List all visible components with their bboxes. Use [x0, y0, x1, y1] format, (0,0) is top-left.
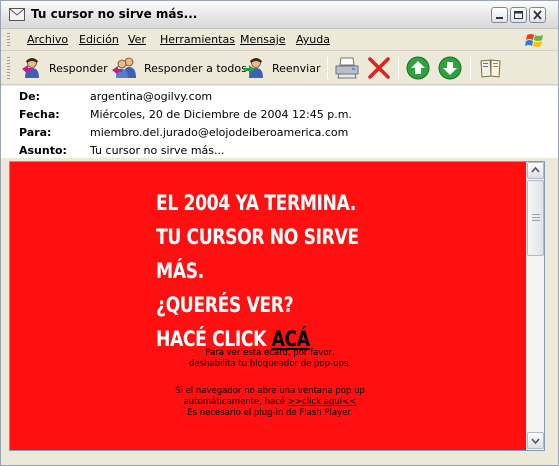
- forward-label: Reenviar: [272, 61, 321, 75]
- email-window: Tu cursor no sirve más... Archivo Edició…: [0, 0, 559, 466]
- delete-button[interactable]: [367, 55, 391, 81]
- note-line-1: Para ver esta ecard, por favor,: [205, 348, 335, 358]
- menu-edicion[interactable]: Edición: [79, 33, 119, 46]
- headline-line-1: EL 2004 YA TERMINA.: [156, 191, 356, 215]
- delete-x-icon: [368, 57, 390, 79]
- to-row: Para: miembro.del.jurado@elojodeiberoame…: [1, 123, 558, 141]
- menu-mensaje[interactable]: Mensaje: [240, 33, 286, 46]
- reply-all-people-icon: [112, 57, 136, 78]
- subject-value: Tu cursor no sirve más...: [90, 144, 225, 157]
- minimize-button[interactable]: [491, 7, 508, 23]
- addresses-button[interactable]: [478, 55, 504, 81]
- message-headers: De: argentina@ogilvy.com Fecha: Miércole…: [1, 86, 558, 158]
- menu-grip[interactable]: [7, 33, 10, 48]
- from-label: De:: [19, 90, 40, 103]
- next-button[interactable]: [438, 55, 462, 81]
- date-row: Fecha: Miércoles, 20 de Diciembre de 200…: [1, 105, 558, 123]
- toolbar: Responder Responder a todos Reenviar: [1, 51, 558, 85]
- menu-herramientas[interactable]: Herramientas: [160, 33, 235, 46]
- close-button[interactable]: [529, 7, 546, 23]
- thumb-grip: [532, 214, 540, 215]
- maximize-button[interactable]: [510, 7, 527, 23]
- thumb-grip: [532, 220, 540, 221]
- headline-line-2: TU CURSOR NO SIRVE MÁS.: [156, 225, 359, 283]
- scroll-thumb[interactable]: [527, 180, 544, 256]
- to-value[interactable]: miembro.del.jurado@elojodeiberoamerica.c…: [90, 126, 348, 139]
- click-aqui-link[interactable]: >>click aquí<<: [288, 397, 357, 407]
- forward-person-icon: [244, 58, 263, 78]
- close-icon: [533, 10, 542, 20]
- reply-all-button[interactable]: Responder a todos: [112, 55, 247, 81]
- popup-note: Para ver esta ecard, por favor, deshabil…: [110, 348, 430, 370]
- up-arrow-icon: [406, 56, 430, 80]
- note-line-4-prefix: automáticamente, hacé: [183, 397, 288, 407]
- toolbar-separator: [470, 57, 471, 79]
- minimize-icon: [496, 17, 503, 19]
- printer-icon: [335, 57, 359, 79]
- date-label: Fecha:: [19, 108, 60, 121]
- reply-all-label: Responder a todos: [144, 61, 247, 75]
- address-book-icon: [480, 59, 501, 78]
- menu-bar: Archivo Edición Ver Herramientas Mensaje…: [1, 29, 558, 51]
- down-arrow-icon: [438, 56, 462, 80]
- envelope-icon: [9, 8, 25, 21]
- reply-person-icon: [22, 58, 39, 78]
- from-row: De: argentina@ogilvy.com: [1, 87, 558, 105]
- ecard-headline: EL 2004 YA TERMINA. TU CURSOR NO SIRVE M…: [156, 186, 402, 356]
- scroll-up-arrow-icon: [531, 166, 540, 173]
- message-pane: EL 2004 YA TERMINA. TU CURSOR NO SIRVE M…: [9, 161, 545, 451]
- print-button[interactable]: [334, 55, 360, 81]
- subject-label: Asunto:: [19, 144, 67, 157]
- fallback-note: Si el navegador no abre una ventana pop …: [110, 386, 430, 419]
- toolbar-separator: [327, 57, 328, 79]
- subject-row: Asunto: Tu cursor no sirve más...: [1, 141, 558, 159]
- from-value[interactable]: argentina@ogilvy.com: [90, 90, 212, 103]
- toolbar-grip[interactable]: [7, 57, 10, 79]
- thumb-grip: [532, 217, 540, 218]
- note-line-2: deshabilita tu bloqueador de pop-ups.: [188, 359, 352, 369]
- vertical-scrollbar[interactable]: [526, 162, 544, 450]
- headline-line-3: ¿QUERÉS VER?: [156, 293, 294, 317]
- forward-button[interactable]: Reenviar: [244, 55, 321, 81]
- date-value: Miércoles, 20 de Diciembre de 2004 12:45…: [90, 108, 352, 121]
- window-title: Tu cursor no sirve más...: [31, 7, 198, 21]
- previous-button[interactable]: [406, 55, 430, 81]
- note-line-5: Es necesario el plug-in de Flash Player.: [187, 408, 353, 418]
- scroll-down-button[interactable]: [527, 432, 544, 449]
- note-line-3: Si el navegador no abre una ventana pop …: [175, 386, 365, 396]
- note-line-4: automáticamente, hacé >>click aquí<<: [110, 397, 430, 408]
- menu-ver[interactable]: Ver: [128, 33, 146, 46]
- menu-archivo[interactable]: Archivo: [27, 33, 68, 46]
- reply-button[interactable]: Responder: [21, 55, 108, 81]
- scroll-down-arrow-icon: [531, 438, 540, 445]
- scroll-up-button[interactable]: [527, 162, 544, 179]
- menu-ayuda[interactable]: Ayuda: [296, 33, 330, 46]
- ecard-body: EL 2004 YA TERMINA. TU CURSOR NO SIRVE M…: [10, 162, 526, 450]
- windows-logo-icon: [525, 34, 543, 47]
- title-bar[interactable]: Tu cursor no sirve más...: [1, 1, 558, 29]
- toolbar-separator: [398, 57, 399, 79]
- to-label: Para:: [19, 126, 52, 139]
- reply-label: Responder: [49, 61, 108, 75]
- maximize-icon: [514, 11, 523, 19]
